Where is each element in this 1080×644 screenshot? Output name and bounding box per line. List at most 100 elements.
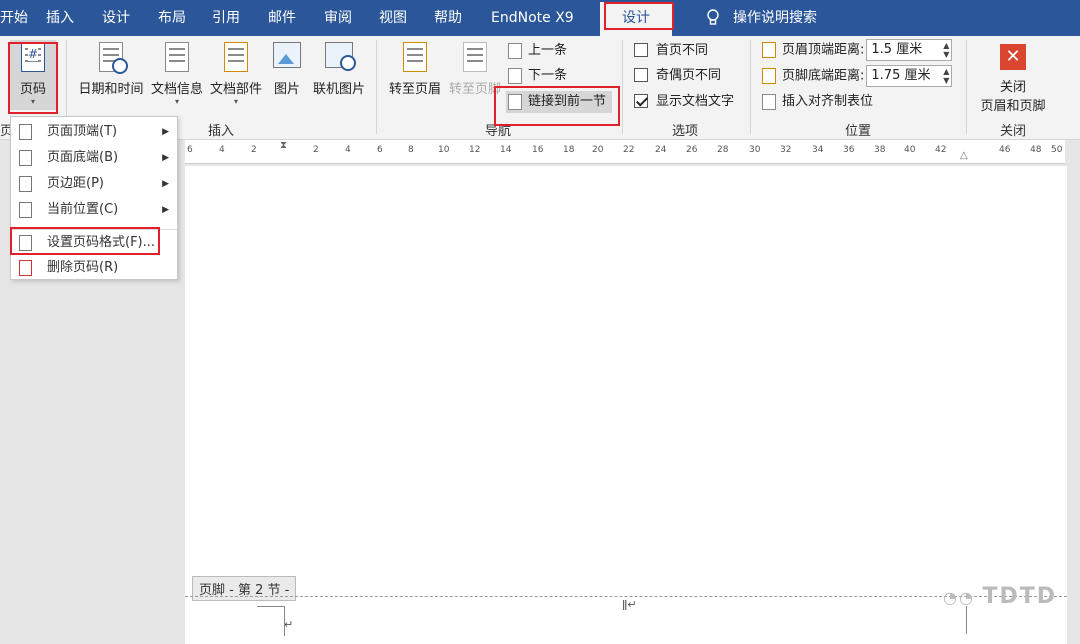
group-label-position: 位置 [844,124,871,139]
tab-help[interactable]: 帮助 [434,0,462,36]
tab-insert[interactable]: 插入 [46,0,74,36]
chevron-down-icon: ▾ [174,97,179,106]
ruler-tick: 28 [717,145,729,155]
chevron-right-icon: ▶ [162,127,169,137]
checkbox-box[interactable] [634,42,648,57]
highlight-format-page-numbers [10,227,160,255]
close-header-footer-button[interactable]: ✕ 关闭 页眉和页脚 [976,40,1050,114]
document-parts-icon [221,42,251,74]
tab-review[interactable]: 审阅 [324,0,352,36]
footer-bottom-input[interactable]: 1.75 厘米 ▲ ▼ [866,65,953,87]
doc-parts-button[interactable]: 文档部件 ▾ [207,40,265,106]
picture-button[interactable]: 图片 [268,40,306,97]
tab-design-page[interactable]: 设计 [102,0,130,36]
doc-info-button[interactable]: 文档信息 ▾ [148,40,206,106]
remove-page-number-icon [19,260,32,276]
page-top-icon [19,124,32,140]
menu-item-remove-page-numbers[interactable]: 删除页码(R) [11,255,177,281]
next-label: 下一条 [528,68,568,83]
doc-parts-label: 文档部件 [209,82,262,97]
menu-item-label: 页面底端(B) [47,150,119,165]
online-picture-label: 联机图片 [312,82,365,97]
online-picture-button[interactable]: 联机图片 [310,40,368,97]
calendar-clock-icon [96,42,128,74]
crop-mark [966,606,967,634]
paragraph-mark-icon: ↵ [284,618,294,631]
goto-header-label: 转至页眉 [388,82,441,97]
ruler-tick: 10 [438,145,450,155]
tab-home[interactable]: 开始 [0,0,28,36]
tab-mailings[interactable]: 邮件 [268,0,296,36]
footer-bottom-distance: 页脚底端距离: 1.75 厘米 ▲ ▼ [762,65,953,87]
menu-item-top-of-page[interactable]: 页面顶端(T) ▶ [11,119,177,145]
wechat-icon: ◔◔ [943,588,983,607]
ruler-tick: 6 [377,145,383,155]
ruler-tick: 2 [251,145,257,155]
ruler-tick: 14 [500,145,512,155]
lightbulb-icon [706,9,720,27]
document-page[interactable]: 页脚 - 第 2 节 - ǁ↵ ↵ ◔◔ TDTD [185,166,1067,644]
ruler-tick: 18 [563,145,575,155]
group-label-close: 关闭 [999,124,1026,139]
menu-item-label: 页面顶端(T) [47,124,118,139]
date-time-button[interactable]: 日期和时间 [76,40,146,97]
group-label-options: 选项 [671,124,698,139]
ruler-tick: 30 [749,145,761,155]
spin-arrows-icon[interactable]: ▲ ▼ [943,67,949,85]
checkbox-box[interactable] [634,67,648,82]
ribbon-tab-bar: 开始 插入 设计 布局 引用 邮件 审阅 视图 帮助 EndNote X9 设计… [0,0,1080,36]
ruler-tick: 32 [780,145,792,155]
next-button[interactable]: 下一条 [508,65,567,87]
close-icon: ✕ [1000,44,1026,70]
menu-item-page-margins[interactable]: 页边距(P) ▶ [11,171,177,197]
goto-header-icon [400,42,430,74]
chevron-right-icon: ▶ [162,153,169,163]
picture-label: 图片 [273,82,300,97]
ruler-tick: 4 [345,145,351,155]
menu-item-label: 页边距(P) [47,176,104,191]
right-indent-marker-icon[interactable]: △ [960,150,968,161]
doc-info-label: 文档信息 [150,82,203,97]
insert-alignment-tab-button[interactable]: 插入对齐制表位 [762,91,873,113]
ruler-tick: 40 [904,145,916,155]
page-margin-icon [19,176,32,192]
footer-section-tag: 页脚 - 第 2 节 - [192,576,297,601]
indent-marker-icon[interactable]: ⧗ [280,140,287,151]
spin-arrows-icon[interactable]: ▲ ▼ [943,41,949,59]
tab-references[interactable]: 引用 [212,0,240,36]
header-top-label: 页眉顶端距离: [782,42,865,58]
ruler-tick: 42 [935,145,947,155]
tell-me-search[interactable]: 操作说明搜索 [733,0,817,36]
footer-bottom-label: 页脚底端距离: [782,68,865,84]
tab-endnote[interactable]: EndNote X9 [491,0,574,36]
goto-header-button[interactable]: 转至页眉 [386,40,444,97]
paragraph-mark-icon: ǁ↵ [622,598,637,611]
ruler-tick: 34 [812,145,824,155]
previous-icon [508,42,522,59]
ruler-tick: 2 [313,145,319,155]
menu-item-bottom-of-page[interactable]: 页面底端(B) ▶ [11,145,177,171]
tab-view[interactable]: 视图 [379,0,407,36]
diff-first-page-label: 首页不同 [656,43,709,58]
ruler-tick: 36 [843,145,855,155]
insert-alignment-tab-label: 插入对齐制表位 [782,94,874,109]
diff-odd-even-checkbox[interactable]: 奇偶页不同 [634,65,721,87]
current-position-icon [19,202,32,218]
header-top-input[interactable]: 1.5 厘米 ▲ ▼ [866,39,953,61]
diff-first-page-checkbox[interactable]: 首页不同 [634,40,708,62]
previous-button[interactable]: 上一条 [508,40,567,62]
tab-layout[interactable]: 布局 [158,0,186,36]
footer-distance-icon [762,68,776,84]
ruler-tick: 24 [655,145,667,155]
header-distance-icon [762,42,776,58]
show-doc-text-checkbox[interactable]: 显示文档文字 [634,91,734,113]
goto-footer-icon [460,42,490,74]
menu-item-current-position[interactable]: 当前位置(C) ▶ [11,197,177,223]
ruler-tick: 6 [187,145,193,155]
checkbox-box-checked[interactable] [634,93,648,108]
next-icon [508,67,522,84]
ruler-tick: 46 [999,145,1011,155]
previous-label: 上一条 [528,43,568,58]
chevron-right-icon: ▶ [162,205,169,215]
horizontal-ruler[interactable]: 6 4 2 2 4 6 8 10 12 14 16 18 20 22 24 26… [185,140,1065,164]
